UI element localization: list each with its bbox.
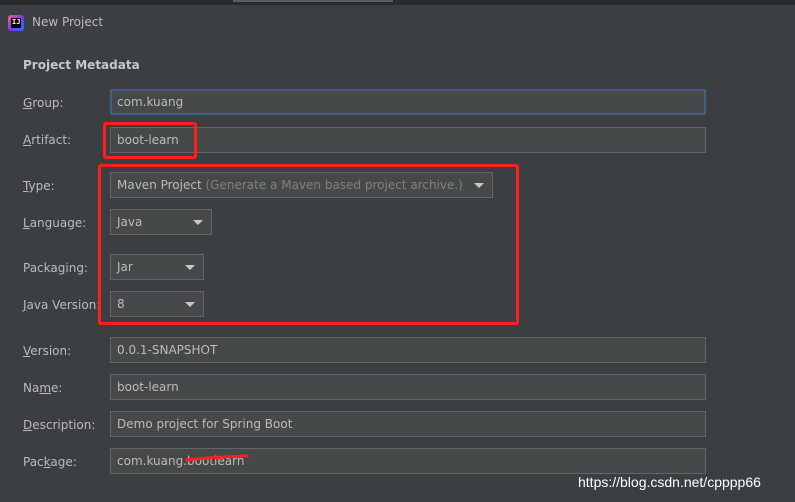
name-label: Name:	[23, 381, 62, 395]
packaging-label-pre: Packa	[23, 261, 58, 275]
options-highlight-box	[98, 164, 519, 325]
package-scribble-mark	[185, 454, 249, 462]
group-label: Group:	[23, 96, 64, 110]
artifact-label: Artifact:	[23, 133, 71, 147]
artifact-highlight-box	[103, 122, 197, 159]
java-version-label: Java Version:	[23, 298, 100, 312]
window-title: New Project	[32, 15, 104, 29]
top-edge-highlight	[233, 0, 393, 2]
description-label: Description:	[23, 418, 95, 432]
name-input[interactable]	[110, 374, 706, 400]
version-input[interactable]	[110, 337, 706, 363]
type-label-rest: ype:	[28, 179, 55, 193]
group-label-rest: roup:	[32, 96, 64, 110]
title-bar: IJ New Project	[0, 5, 795, 43]
description-label-mnemonic: D	[23, 418, 33, 432]
name-label-pre: Na	[23, 381, 40, 395]
package-label-pre: Pac	[23, 455, 44, 469]
name-label-post: e:	[51, 381, 63, 395]
package-label: Package:	[23, 455, 77, 469]
language-label-mnemonic: L	[23, 216, 30, 230]
packaging-label-post: ing:	[65, 261, 88, 275]
group-input[interactable]	[110, 89, 706, 115]
packaging-label: Packaging:	[23, 261, 88, 275]
description-label-rest: escription:	[32, 418, 96, 432]
package-label-post: age:	[50, 455, 77, 469]
description-input[interactable]	[110, 411, 706, 437]
language-label: Language:	[23, 216, 86, 230]
version-label-rest: ersion:	[30, 344, 72, 358]
name-label-mnemonic: m	[39, 381, 52, 395]
artifact-input[interactable]	[110, 127, 706, 153]
language-label-rest: anguage:	[29, 216, 87, 230]
version-label: Version:	[23, 344, 71, 358]
group-label-mnemonic: G	[23, 96, 33, 110]
section-title: Project Metadata	[23, 58, 140, 72]
type-label: Type:	[23, 179, 55, 193]
watermark-url: https://blog.csdn.net/cpppp66	[578, 474, 761, 490]
intellij-idea-icon: IJ	[8, 15, 24, 31]
java-version-label-rest: ava Version:	[26, 298, 101, 312]
artifact-label-rest: rtifact:	[31, 133, 72, 147]
artifact-label-mnemonic: A	[23, 133, 32, 147]
